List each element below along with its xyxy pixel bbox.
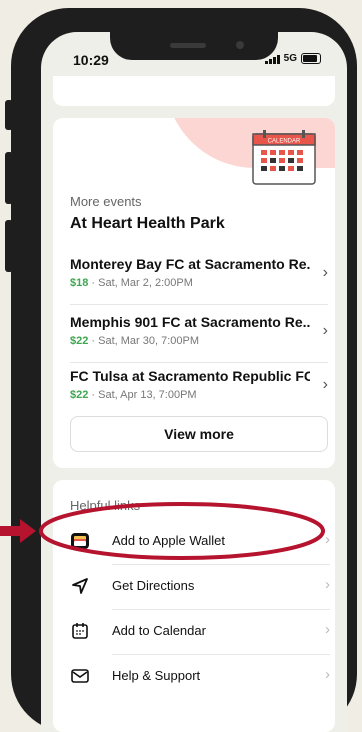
chevron-right-icon: › bbox=[322, 264, 328, 281]
calendar-illustration-label: CALENDAR bbox=[268, 139, 301, 145]
event-name: Memphis 901 FC at Sacramento Re... bbox=[70, 314, 310, 330]
helpful-links-card: Helpful links Add to Apple Wallet › Get … bbox=[53, 480, 335, 732]
status-time: 10:29 bbox=[73, 52, 109, 68]
event-date: · Sat, Apr 13, 7:00PM bbox=[88, 389, 197, 401]
event-price: $22 bbox=[70, 335, 89, 347]
link-label: Add to Calendar bbox=[112, 623, 206, 638]
event-meta: $22 · Sat, Apr 13, 7:00PM bbox=[70, 389, 197, 401]
chevron-right-icon: › bbox=[322, 322, 328, 339]
phone-frame: 10:29 5G CALENDAR More events At Heart H… bbox=[11, 8, 357, 732]
view-more-button[interactable]: View more bbox=[70, 416, 328, 452]
event-item[interactable]: Monterey Bay FC at Sacramento Re... $18 … bbox=[70, 256, 328, 308]
event-meta: $18 · Sat, Mar 2, 2:00PM bbox=[70, 277, 193, 289]
event-item[interactable]: FC Tulsa at Sacramento Republic FC $22 ·… bbox=[70, 368, 328, 420]
link-add-to-apple-wallet[interactable]: Add to Apple Wallet › bbox=[70, 519, 330, 563]
event-price: $18 bbox=[70, 277, 89, 289]
calendar-illustration-icon: CALENDAR bbox=[252, 130, 316, 185]
wallet-icon bbox=[71, 533, 89, 549]
calendar-icon bbox=[72, 623, 88, 639]
previous-card bbox=[53, 76, 335, 106]
event-date: · Sat, Mar 30, 7:00PM bbox=[88, 335, 200, 347]
chevron-right-icon: › bbox=[322, 376, 328, 393]
link-help-support[interactable]: Help & Support › bbox=[70, 654, 330, 698]
events-subtitle: More events bbox=[70, 194, 142, 209]
network-label: 5G bbox=[283, 53, 297, 64]
events-title: At Heart Health Park bbox=[70, 215, 225, 232]
phone-screen: 10:29 5G CALENDAR More events At Heart H… bbox=[41, 32, 347, 732]
chevron-right-icon: › bbox=[325, 576, 330, 593]
battery-icon bbox=[301, 53, 321, 64]
link-label: Help & Support bbox=[112, 668, 201, 683]
event-meta: $22 · Sat, Mar 30, 7:00PM bbox=[70, 335, 199, 347]
event-item[interactable]: Memphis 901 FC at Sacramento Re... $22 ·… bbox=[70, 314, 328, 366]
link-label: Get Directions bbox=[112, 578, 195, 593]
event-date: · Sat, Mar 2, 2:00PM bbox=[88, 277, 193, 289]
chevron-right-icon: › bbox=[325, 621, 330, 638]
status-right: 5G bbox=[264, 53, 321, 64]
navigation-arrow-icon bbox=[72, 578, 88, 594]
event-name: FC Tulsa at Sacramento Republic FC bbox=[70, 368, 310, 384]
event-name: Monterey Bay FC at Sacramento Re... bbox=[70, 256, 310, 272]
event-price: $22 bbox=[70, 389, 89, 401]
mail-icon bbox=[71, 669, 89, 683]
more-events-card: CALENDAR More events At Heart Health Par… bbox=[53, 118, 335, 468]
link-add-to-calendar[interactable]: Add to Calendar › bbox=[70, 609, 330, 653]
helpful-links-title: Helpful links bbox=[70, 498, 141, 513]
dynamic-island bbox=[110, 16, 278, 60]
divider bbox=[70, 304, 328, 305]
chevron-right-icon: › bbox=[325, 531, 330, 548]
link-get-directions[interactable]: Get Directions › bbox=[70, 564, 330, 608]
chevron-right-icon: › bbox=[325, 666, 330, 683]
divider bbox=[70, 362, 328, 363]
link-label: Add to Apple Wallet bbox=[112, 533, 225, 548]
